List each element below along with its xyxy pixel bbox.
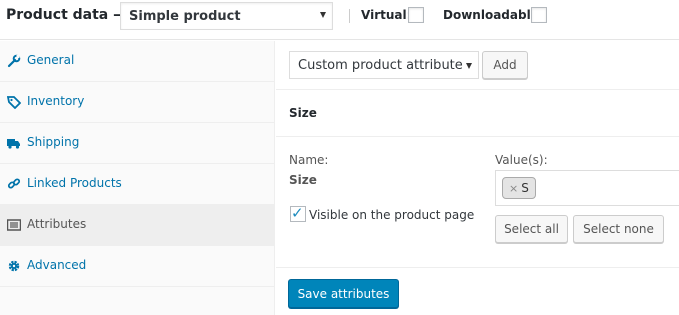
attributes-toolbar: Custom product attribute Add	[276, 41, 679, 90]
attribute-header[interactable]: Size	[276, 91, 679, 137]
chevron-down-icon	[466, 63, 472, 69]
tab-shipping[interactable]: Shipping	[0, 123, 275, 164]
tab-label: Shipping	[27, 135, 80, 149]
divider	[349, 9, 350, 23]
visible-checkbox[interactable]: ✓	[290, 204, 306, 222]
list-icon	[7, 219, 21, 231]
value-chip-label: S	[521, 181, 529, 195]
attribute-panel: Name: Size Value(s): × S ✓ Visible on th…	[276, 137, 679, 268]
select-none-button[interactable]: Select none	[573, 215, 664, 243]
tab-label: Linked Products	[27, 176, 122, 190]
values-label: Value(s):	[495, 153, 548, 167]
tab-label: General	[27, 53, 75, 67]
save-attributes-button[interactable]: Save attributes	[288, 279, 399, 308]
downloadable-label: Downloadable:	[443, 8, 544, 22]
link-icon	[7, 178, 21, 189]
tab-attributes[interactable]: Attributes	[0, 205, 275, 246]
product-type-select[interactable]: Simple product	[120, 2, 333, 30]
checkmark-icon: ✓	[291, 204, 304, 222]
tab-label: Attributes	[27, 217, 87, 231]
tag-icon	[7, 96, 21, 109]
remove-value-icon[interactable]: ×	[509, 182, 518, 195]
attribute-select-value: Custom product attribute	[298, 58, 463, 73]
select-all-button[interactable]: Select all	[495, 215, 568, 243]
product-data-header: Product data — Simple product Virtual: D…	[0, 0, 679, 40]
tab-advanced[interactable]: Advanced	[0, 246, 275, 287]
wrench-icon	[7, 54, 21, 68]
tab-general[interactable]: General	[0, 41, 275, 82]
value-chip: × S	[502, 177, 536, 199]
gear-icon	[8, 260, 20, 272]
product-data-tabs: General Inventory Shipping Linked Produc…	[0, 41, 275, 315]
name-label: Name:	[289, 153, 329, 167]
chevron-down-icon	[320, 12, 326, 18]
truck-icon	[7, 139, 20, 149]
attribute-values-field[interactable]: × S	[495, 170, 679, 206]
tab-inventory[interactable]: Inventory	[0, 82, 275, 123]
product-type-value: Simple product	[129, 9, 241, 24]
add-attribute-button[interactable]: Add	[482, 51, 528, 79]
attribute-title: Size	[289, 106, 317, 120]
tab-linked-products[interactable]: Linked Products	[0, 164, 275, 205]
visible-label: Visible on the product page	[309, 208, 475, 222]
tab-label: Inventory	[27, 94, 85, 108]
attribute-name-value: Size	[289, 173, 317, 187]
tab-label: Advanced	[27, 258, 87, 272]
downloadable-checkbox[interactable]	[531, 7, 547, 23]
attribute-taxonomy-select[interactable]: Custom product attribute	[289, 51, 479, 79]
product-data-title: Product data —	[6, 7, 128, 23]
virtual-checkbox[interactable]	[408, 7, 424, 23]
virtual-label: Virtual:	[361, 8, 412, 22]
